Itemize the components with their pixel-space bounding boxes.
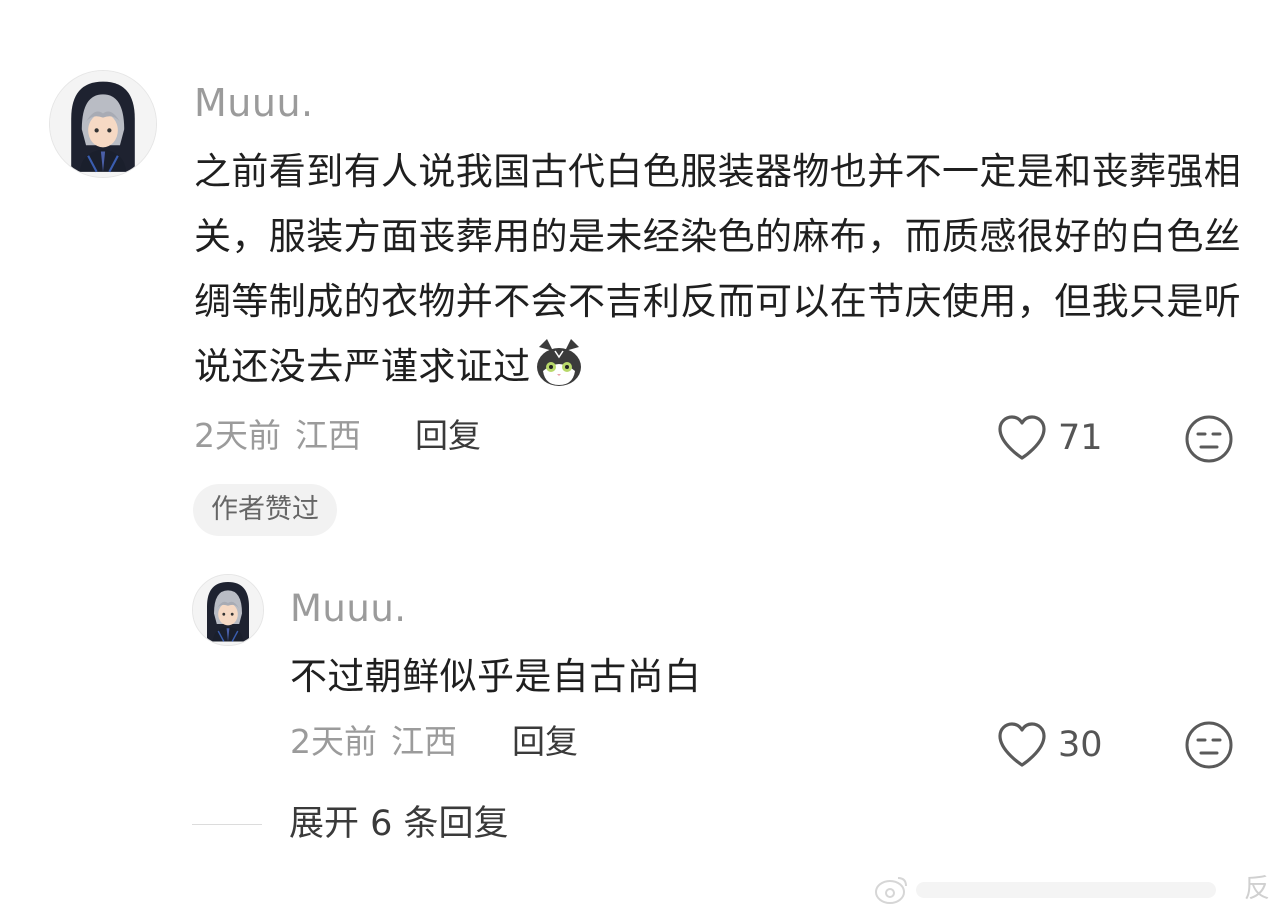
author-liked-badge: 作者赞过 <box>193 484 337 536</box>
reply-emoji-reaction-icon[interactable] <box>1184 720 1234 770</box>
reply-time: 2天前 <box>290 722 377 761</box>
comment-meta: 2天前 江西 <box>194 419 361 452</box>
emoji-reaction-icon[interactable] <box>1184 414 1234 464</box>
reply-meta: 2天前 江西 <box>290 725 457 758</box>
reply-avatar[interactable] <box>192 574 264 646</box>
watermark-text: 反 <box>1244 874 1271 904</box>
watermark-logo <box>872 872 1232 908</box>
like-button[interactable]: 71 <box>996 414 1103 462</box>
comment-body: 之前看到有人说我国古代白色服装器物也并不一定是和丧葬强相关，服装方面丧葬用的是未… <box>194 150 1242 388</box>
like-count: 71 <box>1058 417 1103 458</box>
cat-emoji-icon <box>533 337 585 389</box>
comment-username[interactable]: Muuu. <box>194 84 314 122</box>
expand-replies-button[interactable]: 展开 6 条回复 <box>289 807 509 842</box>
heart-icon <box>998 415 1046 460</box>
weibo-watermark-icon <box>875 877 1216 904</box>
reply-location: 江西 <box>391 722 457 761</box>
comment-text: 之前看到有人说我国古代白色服装器物也并不一定是和丧葬强相关，服装方面丧葬用的是未… <box>194 139 1244 399</box>
avatar-image <box>50 71 156 177</box>
comment-time: 2天前 <box>194 416 281 455</box>
reply-like-count: 30 <box>1058 724 1103 765</box>
avatar[interactable] <box>49 70 157 178</box>
heart-icon <box>998 722 1046 767</box>
reply-username[interactable]: Muuu. <box>290 590 407 627</box>
reply-button[interactable]: 回复 <box>415 419 481 452</box>
reply-text: 不过朝鲜似乎是自古尚白 <box>290 655 702 698</box>
comment-location: 江西 <box>295 416 361 455</box>
reply-like-button[interactable]: 30 <box>996 721 1103 769</box>
expand-divider <box>192 824 262 825</box>
avatar-image <box>193 575 263 645</box>
reply-reply-button[interactable]: 回复 <box>512 725 578 758</box>
